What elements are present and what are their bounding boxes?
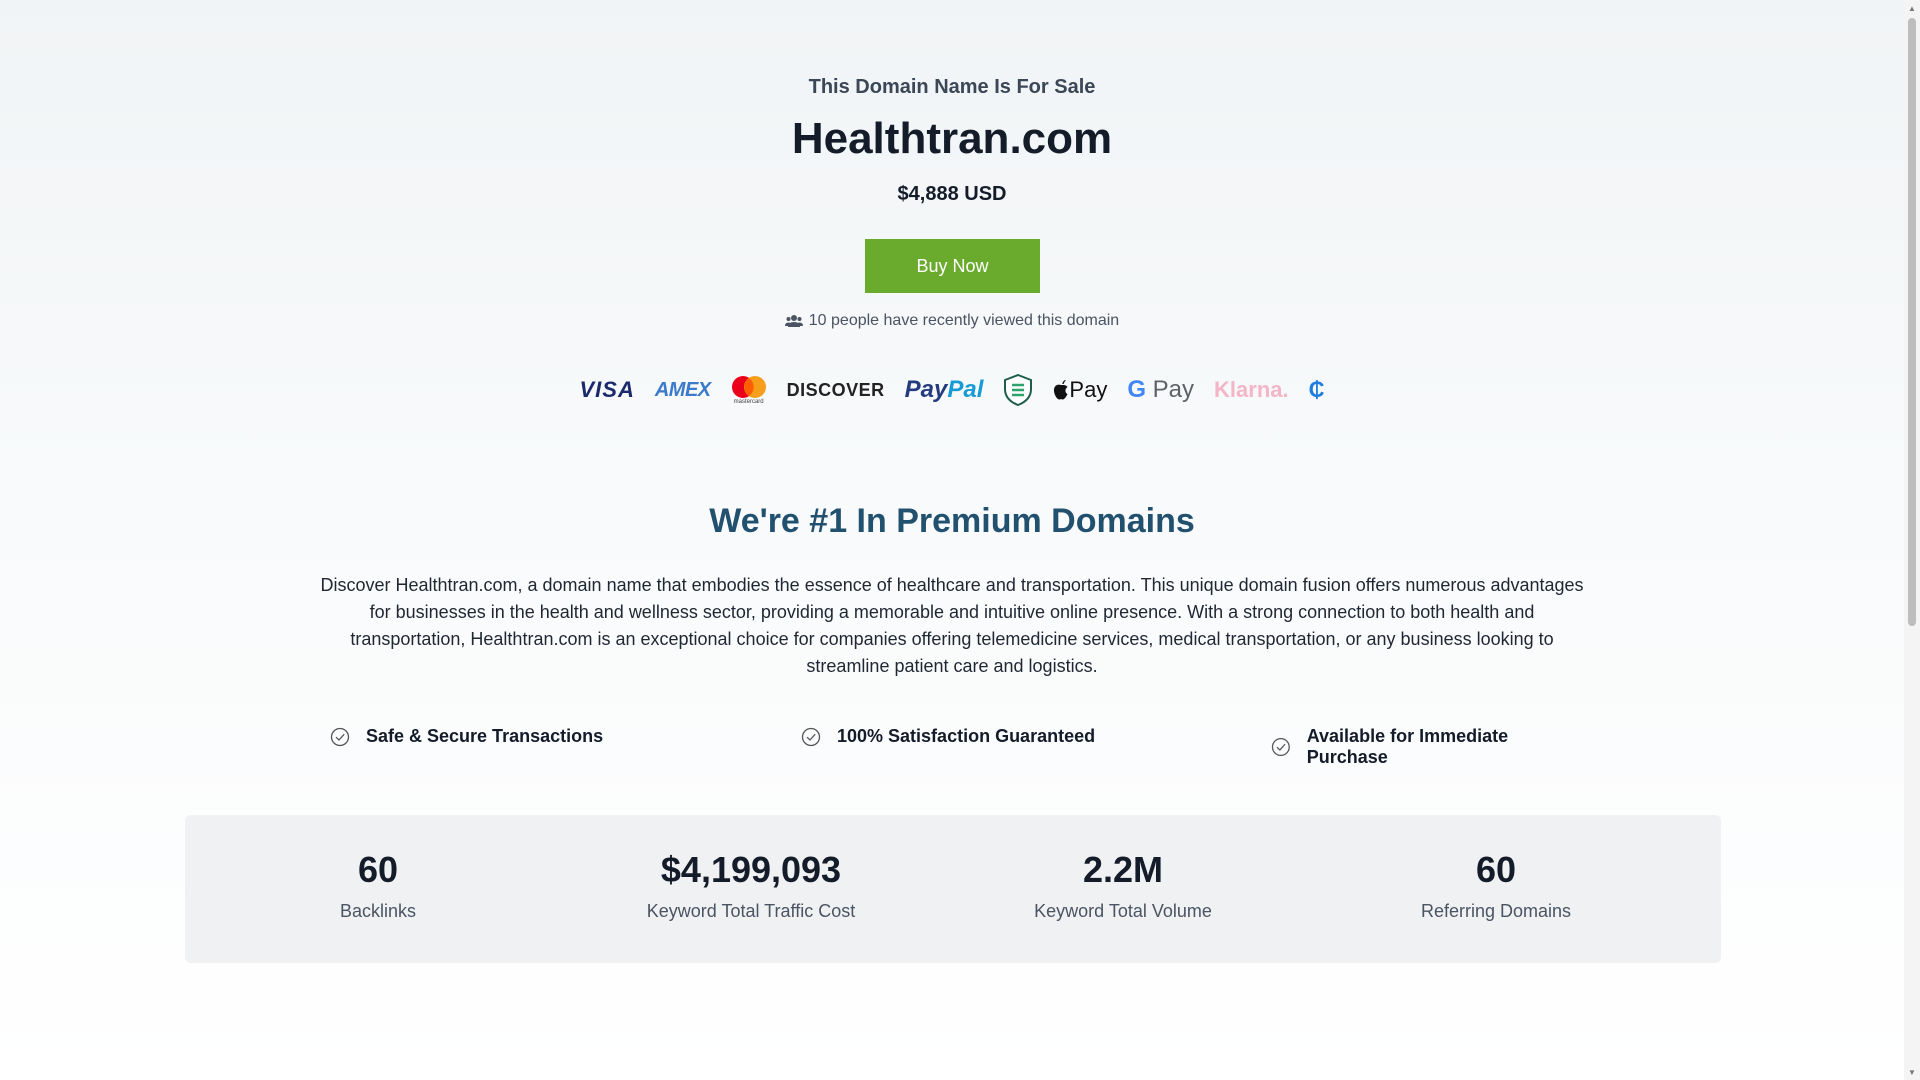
- stat-label: Backlinks: [339, 901, 417, 921]
- stat-label: Keyword Total Volume: [1034, 901, 1212, 921]
- payment-methods: VISA AMEX mastercard DISCOVER Pay Pal Pa…: [0, 372, 1904, 408]
- amex-logo: AMEX: [654, 378, 711, 401]
- scroll-down-arrow-icon[interactable]: ▼: [1904, 1064, 1920, 1080]
- apple-pay-logo: Pay: [1053, 372, 1107, 408]
- users-icon: [784, 315, 803, 327]
- paypal-logo-part-b: Pal: [947, 376, 984, 403]
- mastercard-circles-icon: [731, 376, 766, 398]
- page: This Domain Name Is For Sale Healthtran.…: [0, 0, 1904, 1080]
- price: $4,888 USD: [897, 183, 1007, 205]
- feature-label: Available for Immediate Purchase: [1306, 726, 1509, 767]
- features-row: Safe & Secure Transactions 100% Satisfac…: [330, 726, 1590, 767]
- feature-item: 100% Satisfaction Guaranteed: [801, 726, 1095, 747]
- stat-referring-domains: 60 Referring Domains: [1310, 849, 1682, 922]
- domain-description: Discover Healthtran.com, a domain name t…: [320, 575, 1584, 676]
- check-circle-icon: [330, 727, 350, 746]
- recent-viewers: 10 people have recently viewed this doma…: [0, 312, 1904, 330]
- stat-label: Referring Domains: [1420, 901, 1572, 921]
- stat-value: 60: [1475, 849, 1517, 890]
- apple-pay-text: Pay: [1069, 377, 1108, 402]
- google-g-icon: G: [1127, 376, 1146, 403]
- scroll-thumb[interactable]: [1908, 18, 1916, 626]
- stat-backlinks: 60 Backlinks: [192, 849, 564, 922]
- discover-logo: DISCOVER: [786, 379, 885, 400]
- recent-viewers-text: 10 people have recently viewed this doma…: [808, 312, 1120, 329]
- stat-keyword-volume: 2.2M Keyword Total Volume: [937, 849, 1309, 922]
- feature-label: 100% Satisfaction Guaranteed: [837, 726, 1096, 746]
- mastercard-label: mastercard: [733, 399, 764, 405]
- mastercard-logo: mastercard: [731, 372, 767, 408]
- sale-subtitle: This Domain Name Is For Sale: [808, 76, 1096, 98]
- paypal-logo-part-a: Pay: [904, 376, 948, 403]
- crypto-coin-icon: ₵: [1308, 377, 1325, 402]
- stat-value: 2.2M: [1082, 849, 1164, 890]
- klarna-logo: Klarna.: [1214, 377, 1289, 402]
- stat-label: Keyword Total Traffic Cost: [646, 901, 856, 921]
- visa-logo: VISA: [579, 377, 635, 402]
- feature-item: Available for Immediate Purchase: [1271, 726, 1590, 768]
- domain-title: Healthtran.com: [791, 114, 1113, 163]
- section-title: We're #1 In Premium Domains: [709, 502, 1195, 540]
- stat-value: $4,199,093: [660, 849, 842, 890]
- buy-now-button[interactable]: Buy Now: [865, 239, 1040, 293]
- shield-icon: [1003, 372, 1033, 408]
- feature-label: Safe & Secure Transactions: [366, 726, 604, 746]
- google-pay-logo: G Pay: [1127, 372, 1194, 408]
- apple-icon: [1054, 380, 1068, 400]
- check-circle-icon: [1271, 737, 1290, 757]
- feature-item: Safe & Secure Transactions: [330, 726, 603, 747]
- google-pay-text: Pay: [1152, 376, 1195, 403]
- scroll-up-arrow-icon[interactable]: ▲: [1904, 0, 1920, 16]
- check-circle-icon: [801, 727, 821, 746]
- stat-value: 60: [357, 849, 399, 890]
- stat-traffic-cost: $4,199,093 Keyword Total Traffic Cost: [565, 849, 937, 922]
- stats-panel: 60 Backlinks $4,199,093 Keyword Total Tr…: [185, 815, 1721, 963]
- vertical-scrollbar[interactable]: ▲ ▼: [1904, 0, 1920, 1080]
- paypal-logo: Pay Pal: [905, 372, 984, 408]
